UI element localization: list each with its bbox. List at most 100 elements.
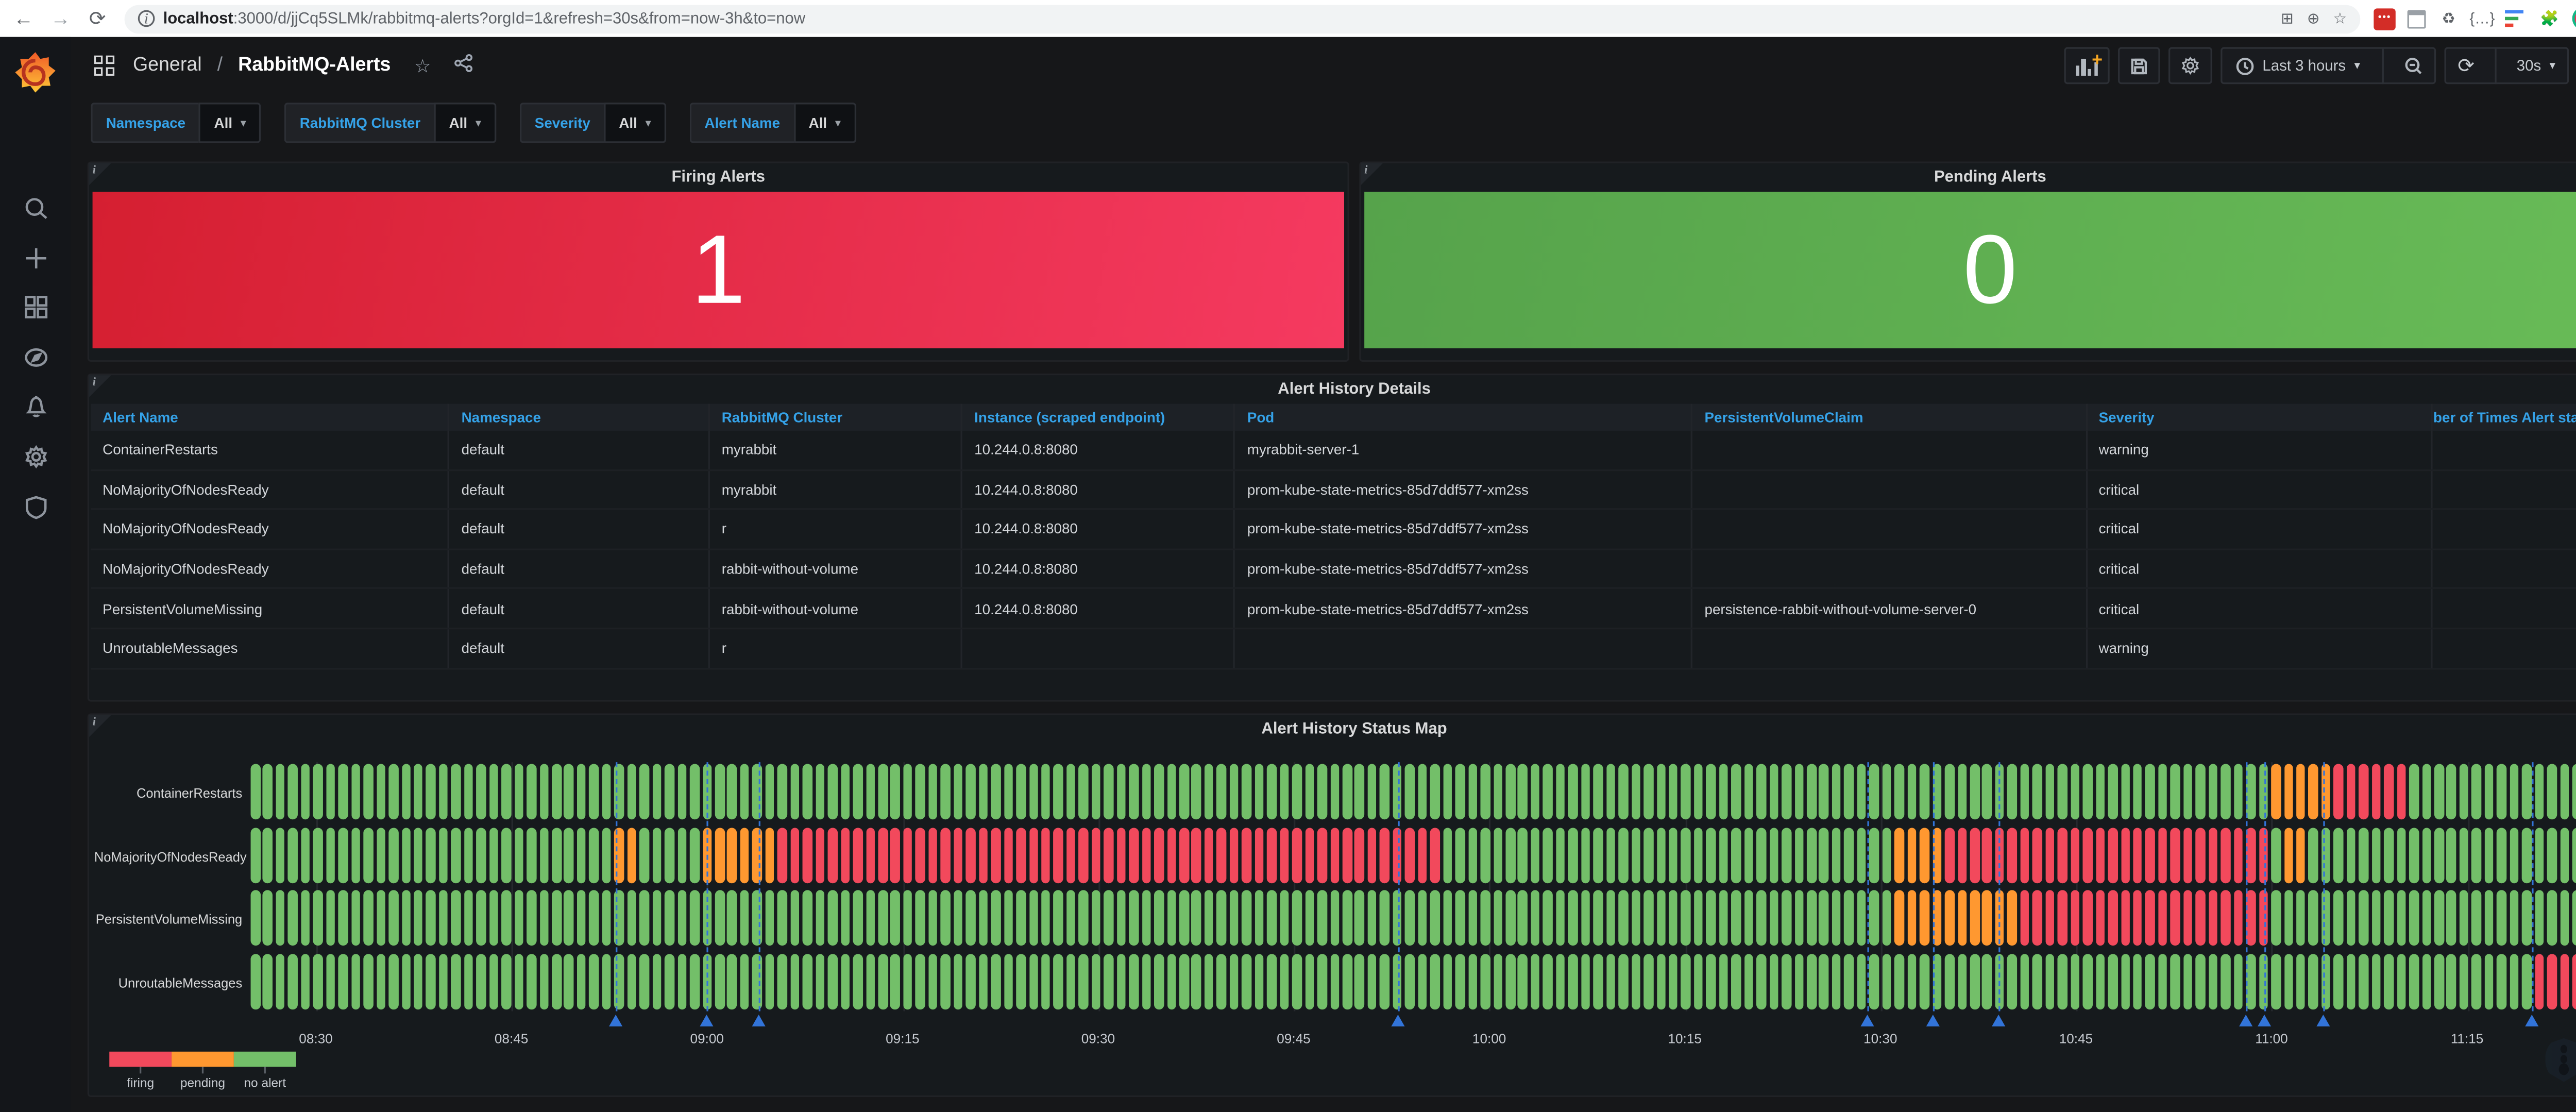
- annotation-marker-icon[interactable]: [1926, 1014, 1939, 1026]
- dashboard-title[interactable]: RabbitMQ-Alerts: [238, 56, 391, 76]
- variable-value-dropdown[interactable]: All▾: [604, 103, 666, 143]
- annotation-line[interactable]: [2245, 762, 2247, 1011]
- column-header[interactable]: Instance (scraped endpoint): [962, 404, 1235, 431]
- password-manager-icon[interactable]: •••: [2374, 8, 2395, 29]
- panel-title[interactable]: Pending Alerts: [1361, 163, 2576, 190]
- grafana-logo[interactable]: [13, 50, 57, 94]
- panel-info-icon[interactable]: i: [89, 375, 111, 397]
- panel-info-icon[interactable]: i: [89, 715, 111, 737]
- annotation-marker-icon[interactable]: [2317, 1014, 2330, 1026]
- panel-info-icon[interactable]: i: [89, 163, 111, 185]
- column-header[interactable]: Alert Name: [91, 404, 449, 431]
- breadcrumb-folder[interactable]: General: [133, 56, 202, 76]
- save-dashboard-button[interactable]: [2118, 47, 2160, 84]
- annotation-marker-icon[interactable]: [2258, 1014, 2272, 1026]
- panel-alert-history-status-map[interactable]: i Alert History Status Map ContainerRest…: [88, 713, 2576, 1097]
- refresh-button[interactable]: ⟳: [2446, 54, 2486, 77]
- panel-alert-history-details[interactable]: i Alert History Details Alert NameNamesp…: [88, 374, 2576, 702]
- search-icon[interactable]: [0, 190, 71, 227]
- puzzle-extensions-icon[interactable]: 🧩: [2538, 8, 2560, 29]
- status-pill: [1769, 890, 1778, 946]
- recycle-extension-icon[interactable]: ♻: [2437, 8, 2459, 29]
- annotation-marker-icon[interactable]: [700, 1014, 714, 1026]
- annotation-marker-icon[interactable]: [752, 1014, 766, 1026]
- annotation-line[interactable]: [707, 762, 708, 1011]
- variable-value-dropdown[interactable]: All▾: [434, 103, 496, 143]
- column-header[interactable]: PersistentVolumeClaim: [1693, 404, 2087, 431]
- share-icon[interactable]: [454, 54, 473, 77]
- explore-compass-icon[interactable]: [0, 338, 71, 375]
- status-pill: [1104, 827, 1113, 883]
- browser-forward-icon[interactable]: →: [47, 5, 74, 32]
- annotation-marker-icon[interactable]: [1391, 1014, 1404, 1026]
- annotation-marker-icon[interactable]: [1860, 1014, 1874, 1026]
- annotation-marker-icon[interactable]: [609, 1014, 622, 1026]
- status-pill: [552, 954, 561, 1009]
- annotation-line[interactable]: [1933, 762, 1934, 1011]
- chart-link-extension-icon[interactable]: [2505, 8, 2527, 29]
- bookmark-star-icon[interactable]: ☆: [2333, 9, 2347, 28]
- variable-label: RabbitMQ Cluster: [284, 103, 434, 143]
- column-header[interactable]: Namespace: [450, 404, 710, 431]
- annotation-marker-icon[interactable]: [2526, 1014, 2539, 1026]
- create-plus-icon[interactable]: [0, 239, 71, 276]
- favorite-star-icon[interactable]: ☆: [414, 55, 431, 76]
- annotation-line[interactable]: [1867, 762, 1869, 1011]
- dashboard-settings-button[interactable]: [2168, 47, 2212, 84]
- add-panel-button[interactable]: +: [2064, 47, 2109, 84]
- tab-grid-icon[interactable]: ⊞: [2281, 9, 2294, 28]
- zoom-out-button[interactable]: [2392, 56, 2434, 75]
- annotation-line[interactable]: [2324, 762, 2325, 1011]
- annotation-line[interactable]: [2265, 762, 2266, 1011]
- panel-title[interactable]: Firing Alerts: [89, 163, 1347, 190]
- status-pill: [1305, 890, 1314, 946]
- panel-info-icon[interactable]: i: [1361, 163, 1383, 185]
- annotation-marker-icon[interactable]: [1991, 1014, 2004, 1026]
- url-text[interactable]: localhost:3000/d/jjCq5SLMk/rabbitmq-aler…: [163, 9, 806, 28]
- status-pill: [853, 827, 862, 883]
- zoom-plus-icon[interactable]: ⊕: [2307, 9, 2320, 28]
- window-extension-icon[interactable]: [2408, 9, 2426, 28]
- status-pill: [1092, 764, 1101, 819]
- annotation-line[interactable]: [759, 762, 760, 1011]
- status-pill: [2221, 764, 2230, 819]
- status-pill: [1167, 764, 1176, 819]
- address-bar[interactable]: i localhost:3000/d/jjCq5SLMk/rabbitmq-al…: [124, 4, 2360, 33]
- annotation-line[interactable]: [1398, 762, 1399, 1011]
- dashboard-grid-icon[interactable]: [94, 55, 116, 76]
- site-info-icon[interactable]: i: [138, 10, 155, 27]
- browser-back-icon[interactable]: ←: [10, 5, 37, 32]
- table-cell: myrabbit-server-1: [1235, 431, 1693, 469]
- status-pill: [2246, 827, 2256, 883]
- variable-value-dropdown[interactable]: All▾: [199, 103, 261, 143]
- status-pill: [1029, 827, 1038, 883]
- refresh-interval-dropdown[interactable]: 30s ▾: [2505, 57, 2567, 74]
- column-header[interactable]: Number of Times Alert started: [2433, 404, 2576, 431]
- breadcrumb[interactable]: General / RabbitMQ-Alerts: [133, 56, 391, 76]
- braces-extension-icon[interactable]: {…}: [2471, 8, 2493, 29]
- status-pill: [2133, 890, 2142, 946]
- alerting-bell-icon[interactable]: [0, 387, 71, 424]
- pending-alerts-value: 0: [1963, 214, 2017, 327]
- annotation-line[interactable]: [1998, 762, 1999, 1011]
- table-cell: prom-kube-state-metrics-85d7ddf577-xm2ss: [1235, 470, 1693, 509]
- profile-avatar[interactable]: [2572, 7, 2576, 30]
- configuration-gear-icon[interactable]: [0, 437, 71, 475]
- annotation-line[interactable]: [616, 762, 617, 1011]
- panel-pending-alerts[interactable]: i Pending Alerts 0: [1359, 161, 2576, 362]
- dashboards-icon[interactable]: [0, 288, 71, 325]
- panel-title[interactable]: Alert History Details: [89, 375, 2576, 402]
- server-admin-shield-icon[interactable]: [0, 488, 71, 525]
- panel-firing-alerts[interactable]: i Firing Alerts 1: [88, 161, 1349, 362]
- time-range-picker[interactable]: Last 3 hours ▾: [2222, 56, 2374, 75]
- panel-title[interactable]: Alert History Status Map: [89, 715, 2576, 742]
- status-pill: [2572, 827, 2576, 883]
- variable-value-dropdown[interactable]: All▾: [793, 103, 855, 143]
- annotation-marker-icon[interactable]: [2239, 1014, 2252, 1026]
- column-header[interactable]: Severity: [2087, 404, 2433, 431]
- browser-reload-icon[interactable]: ⟳: [84, 5, 111, 32]
- status-pill: [489, 954, 498, 1009]
- column-header[interactable]: RabbitMQ Cluster: [710, 404, 962, 431]
- annotation-line[interactable]: [2532, 762, 2534, 1011]
- column-header[interactable]: Pod: [1235, 404, 1693, 431]
